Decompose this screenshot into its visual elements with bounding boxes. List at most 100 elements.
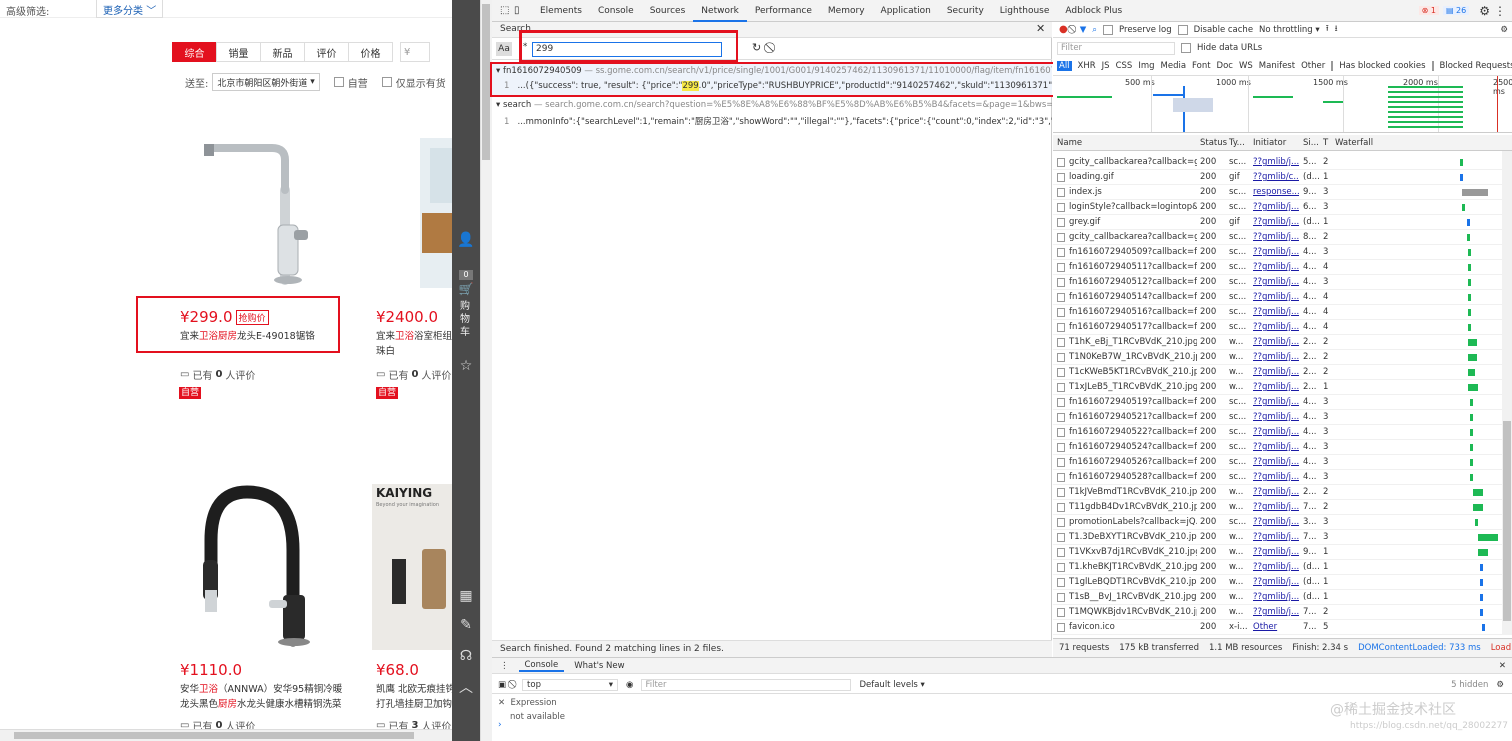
request-row[interactable]: T1MQWKBjdv1RCvBVdK_210.jpg 200 w... ??gmlib… bbox=[1053, 605, 1502, 620]
type-filter-all[interactable]: All bbox=[1057, 61, 1072, 71]
drawer-tab-console[interactable]: Console bbox=[518, 660, 565, 672]
request-row[interactable]: T1.3DeBXYT1RCvBVdK_210.jpg 200 w... ??gmlib… bbox=[1053, 530, 1502, 545]
product-3-name[interactable]: 安华卫浴（ANNWA）安华95精铜冷暖 bbox=[180, 682, 350, 698]
search-result-2[interactable]: ▾ search — search.gome.com.cn/search?que… bbox=[492, 98, 1052, 130]
request-row[interactable]: fn1616072940517?callback=fn... 200 sc...??… bbox=[1053, 320, 1502, 335]
product-image-faucet-chrome[interactable] bbox=[190, 130, 310, 290]
tab-console[interactable]: Console bbox=[590, 0, 642, 22]
request-initiator[interactable]: ??gmlib/j... bbox=[1253, 350, 1299, 365]
star-icon[interactable]: ☆ bbox=[452, 358, 480, 374]
request-row[interactable]: T1kJVeBmdT1RCvBVdK_210.jpg 200 w... ??gmlib… bbox=[1053, 485, 1502, 500]
request-table-scrollbar[interactable] bbox=[1502, 151, 1512, 635]
type-filter-font[interactable]: Font bbox=[1192, 61, 1211, 71]
request-initiator[interactable]: ??gmlib/j... bbox=[1253, 305, 1299, 320]
search-icon[interactable]: ⌕ bbox=[1092, 25, 1097, 35]
col-status[interactable]: Status bbox=[1200, 138, 1227, 148]
request-initiator[interactable]: ??gmlib/j... bbox=[1253, 545, 1299, 560]
result-line[interactable]: 1 ...mmonInfo":{"searchLevel":1,"remain"… bbox=[504, 115, 1052, 127]
horizontal-scrollbar[interactable] bbox=[0, 729, 452, 741]
sort-tab-reviews[interactable]: 评价 bbox=[304, 42, 349, 62]
headset-icon[interactable]: ☊ bbox=[452, 648, 480, 664]
cart-icon[interactable]: 🛒 bbox=[452, 282, 480, 296]
product-image-vanity[interactable] bbox=[420, 138, 452, 288]
eye-icon[interactable]: ◉ bbox=[626, 680, 633, 690]
request-initiator[interactable]: ??gmlib/j... bbox=[1253, 320, 1299, 335]
request-initiator[interactable]: ??gmlib/j... bbox=[1253, 155, 1299, 170]
request-row[interactable]: grey.gif 200 gif ??gmlib/j... (d... 1 bbox=[1053, 215, 1502, 230]
request-row[interactable]: gcity_callbackarea?callback=g... 200 sc...… bbox=[1053, 155, 1502, 170]
tab-sources[interactable]: Sources bbox=[642, 0, 694, 22]
request-initiator[interactable]: ??gmlib/j... bbox=[1253, 230, 1299, 245]
request-initiator[interactable]: ??gmlib/j... bbox=[1253, 515, 1299, 530]
col-initiator[interactable]: Initiator bbox=[1253, 138, 1286, 148]
request-initiator[interactable]: ??gmlib/j... bbox=[1253, 395, 1299, 410]
type-filter-manifest[interactable]: Manifest bbox=[1259, 61, 1295, 71]
blocked-cookies-checkbox[interactable] bbox=[1331, 61, 1334, 71]
col-size[interactable]: Si... bbox=[1303, 138, 1319, 148]
request-row[interactable]: fn1616072940524?callback=fn... 200 sc...??… bbox=[1053, 440, 1502, 455]
tab-lighthouse[interactable]: Lighthouse bbox=[992, 0, 1058, 22]
request-initiator[interactable]: ??gmlib/c... bbox=[1253, 170, 1299, 185]
product-image-hooks[interactable]: KAIYING Beyond your imagination bbox=[372, 484, 452, 650]
request-row[interactable]: loading.gif 200 gif ??gmlib/c... (d... 1 bbox=[1053, 170, 1502, 185]
request-initiator[interactable]: Other bbox=[1253, 620, 1299, 635]
request-initiator[interactable]: ??gmlib/j... bbox=[1253, 380, 1299, 395]
inspect-icon[interactable]: ⬚ bbox=[500, 5, 514, 16]
request-row[interactable]: promotionLabels?callback=jQ... 200 sc...??… bbox=[1053, 515, 1502, 530]
request-initiator[interactable]: ??gmlib/j... bbox=[1253, 215, 1299, 230]
log-levels-select[interactable]: Default levels ▾ bbox=[859, 680, 924, 690]
request-initiator[interactable]: response... bbox=[1253, 185, 1299, 200]
request-row[interactable]: T1VKxvB7dj1RCvBVdK_210.jpg 200 w... ??gmlib… bbox=[1053, 545, 1502, 560]
request-row[interactable]: index.js 200 sc... response... 9... 3 bbox=[1053, 185, 1502, 200]
request-initiator[interactable]: ??gmlib/j... bbox=[1253, 605, 1299, 620]
col-time[interactable]: T bbox=[1323, 138, 1328, 148]
deliver-location-select[interactable]: 北京市朝阳区朝外街道 ▾ bbox=[212, 73, 320, 91]
request-row[interactable]: fn1616072940514?callback=fn... 200 sc...??… bbox=[1053, 290, 1502, 305]
request-row[interactable]: loginStyle?callback=logintop&... 200 sc...… bbox=[1053, 200, 1502, 215]
filter-funnel-icon[interactable]: ▼ bbox=[1080, 25, 1087, 35]
request-initiator[interactable]: ??gmlib/j... bbox=[1253, 560, 1299, 575]
scrollbar-thumb[interactable] bbox=[14, 732, 414, 739]
request-row[interactable]: T1.kheBKJT1RCvBVdK_210.jpg 200 w... ??gmlib… bbox=[1053, 560, 1502, 575]
request-initiator[interactable]: ??gmlib/j... bbox=[1253, 500, 1299, 515]
product-2-name[interactable]: 宜来卫浴浴室柜组 bbox=[376, 329, 452, 345]
tab-performance[interactable]: Performance bbox=[747, 0, 820, 22]
tab-adblock-plus[interactable]: Adblock Plus bbox=[1057, 0, 1130, 22]
type-filter-doc[interactable]: Doc bbox=[1217, 61, 1233, 71]
request-initiator[interactable]: ??gmlib/j... bbox=[1253, 455, 1299, 470]
type-filter-media[interactable]: Media bbox=[1161, 61, 1187, 71]
request-initiator[interactable]: ??gmlib/j... bbox=[1253, 575, 1299, 590]
preserve-log-checkbox[interactable] bbox=[1103, 24, 1114, 35]
upload-icon[interactable]: ⭱ bbox=[1326, 23, 1329, 37]
type-filter-css[interactable]: CSS bbox=[1116, 61, 1133, 71]
sort-tab-sales[interactable]: 销量 bbox=[216, 42, 261, 62]
drawer-tab-whats-new[interactable]: What's New bbox=[574, 661, 624, 671]
request-initiator[interactable]: ??gmlib/j... bbox=[1253, 485, 1299, 500]
request-row[interactable]: T1hK_eBj_T1RCvBVdK_210.jpg 200 w... ??gmlib… bbox=[1053, 335, 1502, 350]
request-initiator[interactable]: ??gmlib/j... bbox=[1253, 440, 1299, 455]
request-row[interactable]: favicon.ico 200 x-i... Other 7... 5 bbox=[1053, 620, 1502, 635]
request-row[interactable]: fn1616072940516?callback=fn... 200 sc...??… bbox=[1053, 305, 1502, 320]
hide-data-urls-checkbox[interactable] bbox=[1181, 43, 1191, 53]
more-options-icon[interactable]: ⋮ bbox=[1494, 4, 1506, 18]
product-4-name[interactable]: 凯鹰 北欧无痕挂钩 bbox=[376, 682, 452, 698]
product-image-faucet-black[interactable] bbox=[195, 480, 325, 650]
request-row[interactable]: T1xJLeB5_T1RCvBVdK_210.jpg 200 w... ??gmlib… bbox=[1053, 380, 1502, 395]
blocked-requests-checkbox[interactable] bbox=[1431, 61, 1434, 71]
product-1-name[interactable]: 宜来卫浴厨房龙头E-49018锯铬 bbox=[180, 329, 336, 345]
request-row[interactable]: fn1616072940526?callback=fn... 200 sc...??… bbox=[1053, 455, 1502, 470]
close-icon[interactable]: ✕ bbox=[1036, 22, 1045, 35]
request-row[interactable]: T1N0KeB7W_1RCvBVdK_210.jpg 200 w... ??gmlib… bbox=[1053, 350, 1502, 365]
request-initiator[interactable]: ??gmlib/j... bbox=[1253, 425, 1299, 440]
request-initiator[interactable]: ??gmlib/j... bbox=[1253, 365, 1299, 380]
download-icon[interactable]: ⭳ bbox=[1335, 23, 1338, 37]
request-row[interactable]: T11gdbB4Dv1RCvBVdK_210.jpg 200 w... ??gmlib… bbox=[1053, 500, 1502, 515]
request-row[interactable]: gcity_callbackarea?callback=g... 200 sc...… bbox=[1053, 230, 1502, 245]
type-filter-xhr[interactable]: XHR bbox=[1078, 61, 1096, 71]
request-initiator[interactable]: ??gmlib/j... bbox=[1253, 200, 1299, 215]
type-filter-other[interactable]: Other bbox=[1301, 61, 1325, 71]
more-categories-dropdown[interactable]: 更多分类 ﹀ bbox=[96, 0, 164, 18]
page-scrollbar-thumb[interactable] bbox=[482, 4, 490, 160]
throttling-select[interactable]: No throttling ▾ bbox=[1259, 25, 1320, 35]
refresh-icon[interactable]: ↻ bbox=[752, 41, 761, 54]
